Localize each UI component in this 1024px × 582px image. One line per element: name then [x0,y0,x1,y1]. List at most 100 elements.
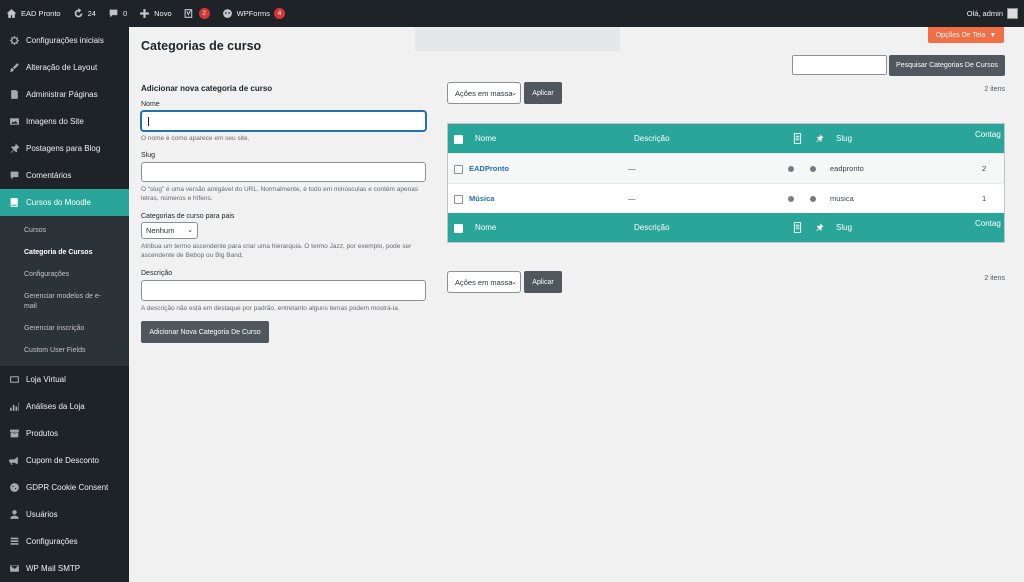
submenu-item-categoria-cursos[interactable]: Categoria de Cursos [0,242,129,264]
sidebar-item-loja-virtual[interactable]: Loja Virtual [0,366,129,393]
sidebar-item-configuracoes-iniciais[interactable]: Configurações iniciais [0,27,129,54]
sidebar-item-produtos[interactable]: Produtos [0,420,129,447]
column-icon-a-footer[interactable] [793,213,802,242]
chart-icon [10,402,19,411]
moodle-submenu: Cursos Categoria de Cursos Configurações… [0,216,129,366]
sidebar-item-wp-mail[interactable]: WP Mail SMTP [0,555,129,582]
submenu-item-cursos[interactable]: Cursos [0,220,129,242]
table-footer: Nome Descrição Slug Contag [448,213,1004,242]
table-row: Música — musica 1 [448,183,1004,213]
column-count[interactable]: Contag [975,124,1001,153]
wpforms-badge: 4 [273,8,285,19]
site-name-link[interactable]: EAD Pronto [0,0,67,27]
row-checkbox[interactable] [454,165,463,174]
new-content-link[interactable]: Novo [133,0,178,27]
comment-icon [10,171,19,180]
comments-link[interactable]: 0 [102,0,133,27]
yoast-link[interactable]: 2 [178,0,216,27]
account-menu[interactable]: Olá, admin [967,0,1018,27]
form-title: Adicionar nova categoria de curso [141,84,273,93]
submenu-item-custom-fields[interactable]: Custom User Fields [0,340,129,362]
sidebar-item-analises[interactable]: Análises da Loja [0,393,129,420]
description-field[interactable] [141,280,426,301]
mail-icon [10,565,19,572]
comment-icon [109,9,118,18]
slug-hint: O “slug” é uma versão amigável do URL. N… [141,186,419,202]
bulk-actions-select-top[interactable]: Ações em massa ⌄ [447,82,521,104]
screen-options-button[interactable]: Opções De Tela ▼ [928,27,1004,43]
sidebar-item-cursos-moodle[interactable]: Cursos do Moodle [0,189,129,216]
name-label: Nome [141,101,160,108]
column-icon-a[interactable] [793,124,802,153]
plus-icon [140,9,150,18]
column-icon-b-footer[interactable] [815,213,824,242]
search-categories-button[interactable]: Pesquisar Categorias De Cursos [889,55,1005,76]
sidebar-item-administrar-paginas[interactable]: Administrar Páginas [0,81,129,108]
apply-button-top[interactable]: Aplicar [524,82,562,104]
column-description-footer[interactable]: Descrição [634,213,670,242]
row-description: — [628,194,636,203]
status-dot [788,165,794,172]
page-title: Categorias de curso [141,39,262,53]
search-input[interactable] [792,55,887,75]
admin-sidebar: Configurações iniciais Alteração de Layo… [0,27,129,582]
home-icon [6,9,17,18]
yoast-badge: 2 [198,8,210,19]
row-count[interactable]: 2 [982,154,986,183]
name-field[interactable] [141,111,426,131]
user-icon [10,510,19,519]
column-count-footer[interactable]: Contag [975,213,1001,242]
updates-icon [74,8,82,18]
sidebar-item-imagens[interactable]: Imagens do Site [0,108,129,135]
wpforms-link[interactable]: WPForms 4 [216,0,291,27]
table-row: EADPronto — eadpronto 2 [448,153,1004,183]
sidebar-item-postagens[interactable]: Postagens para Blog [0,135,129,162]
add-category-button[interactable]: Adicionar Nova Categoria De Curso [141,321,269,343]
submenu-item-configuracoes[interactable]: Configurações [0,264,129,286]
pin-icon [10,143,20,153]
pin-icon [816,223,824,232]
row-name-link[interactable]: Música [469,184,494,213]
main-content: Opções De Tela ▼ Categorias de curso Pes… [129,27,1024,582]
name-hint: O nome é como aparece em seu site. [141,135,250,142]
updates-link[interactable]: 24 [67,0,102,27]
sidebar-item-gdpr[interactable]: GDPR Cookie Consent [0,474,129,501]
slug-label: Slug [141,152,156,159]
parent-label: Categorias de curso para pais [141,213,235,220]
pages-icon [11,90,18,99]
column-description[interactable]: Descrição [634,124,670,153]
column-name[interactable]: Nome [475,124,496,153]
sidebar-item-cupom[interactable]: Cupom de Desconto [0,447,129,474]
sidebar-item-usuarios[interactable]: Usuários [0,501,129,528]
select-all-checkbox[interactable] [454,135,463,144]
sidebar-item-comentarios[interactable]: Comentários [0,162,129,189]
media-icon [10,118,19,125]
select-all-checkbox-footer[interactable] [454,224,463,233]
row-name-link[interactable]: EADPronto [469,154,509,183]
items-count-bottom: 2 itens [984,275,1005,282]
megaphone-icon [9,456,18,465]
submenu-item-inscricao[interactable]: Gerenciar inscrição [0,318,129,340]
column-slug[interactable]: Slug [836,124,852,153]
column-icon-b[interactable] [815,124,824,153]
parent-select[interactable]: Nenhum ⌄ [141,222,198,239]
column-name-footer[interactable]: Nome [475,213,496,242]
archive-icon [10,429,19,438]
table-header: Nome Descrição Slug Contag [448,124,1004,153]
brush-icon [10,63,19,72]
book-icon [10,198,18,207]
row-count[interactable]: 1 [982,184,986,213]
document-icon [793,222,802,233]
row-checkbox[interactable] [454,195,463,204]
sidebar-item-alteracao-layout[interactable]: Alteração de Layout [0,54,129,81]
column-slug-footer[interactable]: Slug [836,213,852,242]
slug-field[interactable] [141,162,426,182]
submenu-item-modelos-email[interactable]: Gerenciar modelos de e-mail [0,286,129,318]
sidebar-item-configuracoes[interactable]: Configurações [0,528,129,555]
wpforms-icon [222,9,232,18]
cookie-icon [10,483,19,492]
apply-button-bottom[interactable]: Aplicar [524,271,562,293]
store-icon [10,376,19,383]
categories-table: Nome Descrição Slug Contag EADPronto — e… [447,123,1005,243]
bulk-actions-select-bottom[interactable]: Ações em massa ⌄ [447,271,521,293]
